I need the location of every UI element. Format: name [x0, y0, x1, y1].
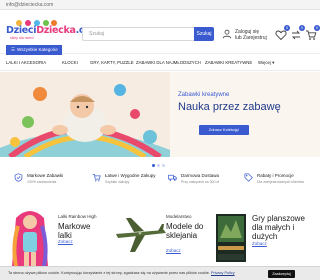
promo-title: Markowe lalki: [58, 222, 91, 240]
slider-dots: [152, 154, 168, 167]
menu-icon: ☰: [11, 47, 16, 52]
promo-small-text: Lalki Rainbow High: [58, 214, 97, 219]
nav-item-kreatywne[interactable]: ZABAWKI KREATYWNE: [205, 60, 252, 65]
promo-small-text: Planszówki: [222, 207, 245, 212]
nav-item-klocki[interactable]: KLOCKI: [62, 60, 78, 65]
feature-title: Łatwe i Wygodne Zakupy: [105, 173, 156, 178]
wishlist-button[interactable]: 0: [275, 25, 290, 41]
feature-item: Markowe Zabawki 100% zadowolenia: [14, 172, 88, 194]
promo-card-dolls[interactable]: Lalki Rainbow High Markowe lalki Zobacz: [6, 206, 106, 266]
all-categories-label: Wszystkie Kategorie: [17, 47, 58, 52]
nav-more-label: Więcej: [258, 60, 271, 65]
feature-item: Rabaty i Promocje Dla zarejestrowanych k…: [244, 172, 318, 194]
promo-card-boardgames[interactable]: Planszówki Gry planszowe dla małych i du…: [214, 206, 314, 266]
promo-link[interactable]: Zobacz: [58, 239, 73, 244]
board-game-box-image: [216, 214, 246, 262]
cart-icon: [92, 173, 101, 182]
cookie-accept-button[interactable]: Zaakceptuj: [268, 270, 295, 278]
logo-text-1: Dzieci: [6, 25, 37, 36]
search-bar: Szukaj: [82, 27, 214, 41]
hero-banner: Zabawki kreatywne Nauka przez zabawę Zob…: [0, 72, 320, 157]
site-logo[interactable]: DzieciDziecka.com sklep dla dzieci: [6, 19, 100, 45]
hero-cta-button[interactable]: Zobacz Kolekcję!: [199, 125, 249, 135]
header: DzieciDziecka.com sklep dla dzieci Szuka…: [0, 10, 320, 44]
top-bar: info@dzieciecka.com: [0, 0, 320, 10]
search-input[interactable]: [83, 28, 195, 40]
account-link[interactable]: Zaloguj się lub Zarejestruj: [222, 27, 270, 43]
hero-baby-playmat-image: [0, 72, 170, 157]
promo-title: Modele do sklejania: [166, 222, 204, 240]
promo-link[interactable]: Zobacz: [166, 248, 181, 253]
cookie-message: Ta strona używa plików cookie. Kontynuuj…: [8, 271, 235, 275]
chevron-down-icon: ▾: [272, 60, 275, 65]
tag-icon: [244, 173, 253, 182]
nav-item-najmlodsi[interactable]: ZABAWKI DLA NAJMŁODSZYCH: [136, 60, 201, 65]
user-icon: [222, 29, 232, 39]
hero-subtitle: Zabawki kreatywne: [178, 92, 230, 98]
all-categories-button[interactable]: ☰ Wszystkie Kategorie: [6, 45, 62, 55]
feature-subtitle: Szybkie zakupy: [105, 180, 130, 184]
promo-cards: Lalki Rainbow High Markowe lalki Zobacz …: [0, 206, 320, 266]
contact-email[interactable]: info@dzieciecka.com: [6, 2, 53, 8]
nav-item-more[interactable]: Więcej ▾: [258, 60, 274, 66]
airplane-model-image: [116, 218, 166, 252]
feature-item: Darmowa Dostawa Przy zakupach za 300 zł: [168, 172, 242, 194]
feature-subtitle: Przy zakupach za 300 zł: [181, 180, 219, 184]
features-row: Markowe Zabawki 100% zadowolenia Łatwe i…: [0, 166, 320, 196]
nav-item-lalki[interactable]: LALKI I AKCESORIA: [6, 60, 46, 65]
main-nav: LALKI I AKCESORIA KLOCKI GRY, KARTY, PUZ…: [0, 57, 320, 71]
search-button[interactable]: Szukaj: [194, 27, 214, 41]
feature-subtitle: 100% zadowolenia: [27, 180, 57, 184]
privacy-policy-link[interactable]: Privacy Policy: [211, 271, 235, 275]
cookie-banner: Ta strona używa plików cookie. Kontynuuj…: [0, 266, 320, 280]
promo-title: Gry planszowe dla małych i dużych: [252, 214, 305, 241]
cart-button[interactable]: 0: [305, 25, 320, 40]
truck-icon: [168, 174, 177, 181]
hero-title: Nauka przez zabawę: [178, 101, 281, 113]
cart-count: 0: [314, 25, 320, 31]
feature-title: Rabaty i Promocje: [257, 173, 294, 178]
register-label: lub Zarejestruj: [235, 35, 267, 41]
feature-title: Markowe Zabawki: [27, 173, 64, 178]
logo-tagline: sklep dla dzieci: [10, 36, 34, 40]
feature-item: Łatwe i Wygodne Zakupy Szybkie zakupy: [92, 172, 166, 194]
promo-card-models[interactable]: Modelarstwo Modele do sklejania Zobacz: [112, 206, 212, 266]
logo-text-2: Dziecka: [36, 25, 76, 36]
promo-link[interactable]: Zobacz: [252, 241, 267, 246]
compare-button[interactable]: 0: [290, 25, 305, 40]
promo-small-text: Modelarstwo: [166, 214, 192, 219]
feature-subtitle: Dla zarejestrowanych klientów: [257, 180, 305, 184]
cookie-text: Ta strona używa plików cookie. Kontynuuj…: [8, 271, 210, 275]
nav-item-gry[interactable]: GRY, KARTY, PUZZLE: [90, 60, 134, 65]
doll-image: [12, 211, 48, 266]
shield-check-icon: [14, 173, 23, 182]
feature-title: Darmowa Dostawa: [181, 173, 220, 178]
